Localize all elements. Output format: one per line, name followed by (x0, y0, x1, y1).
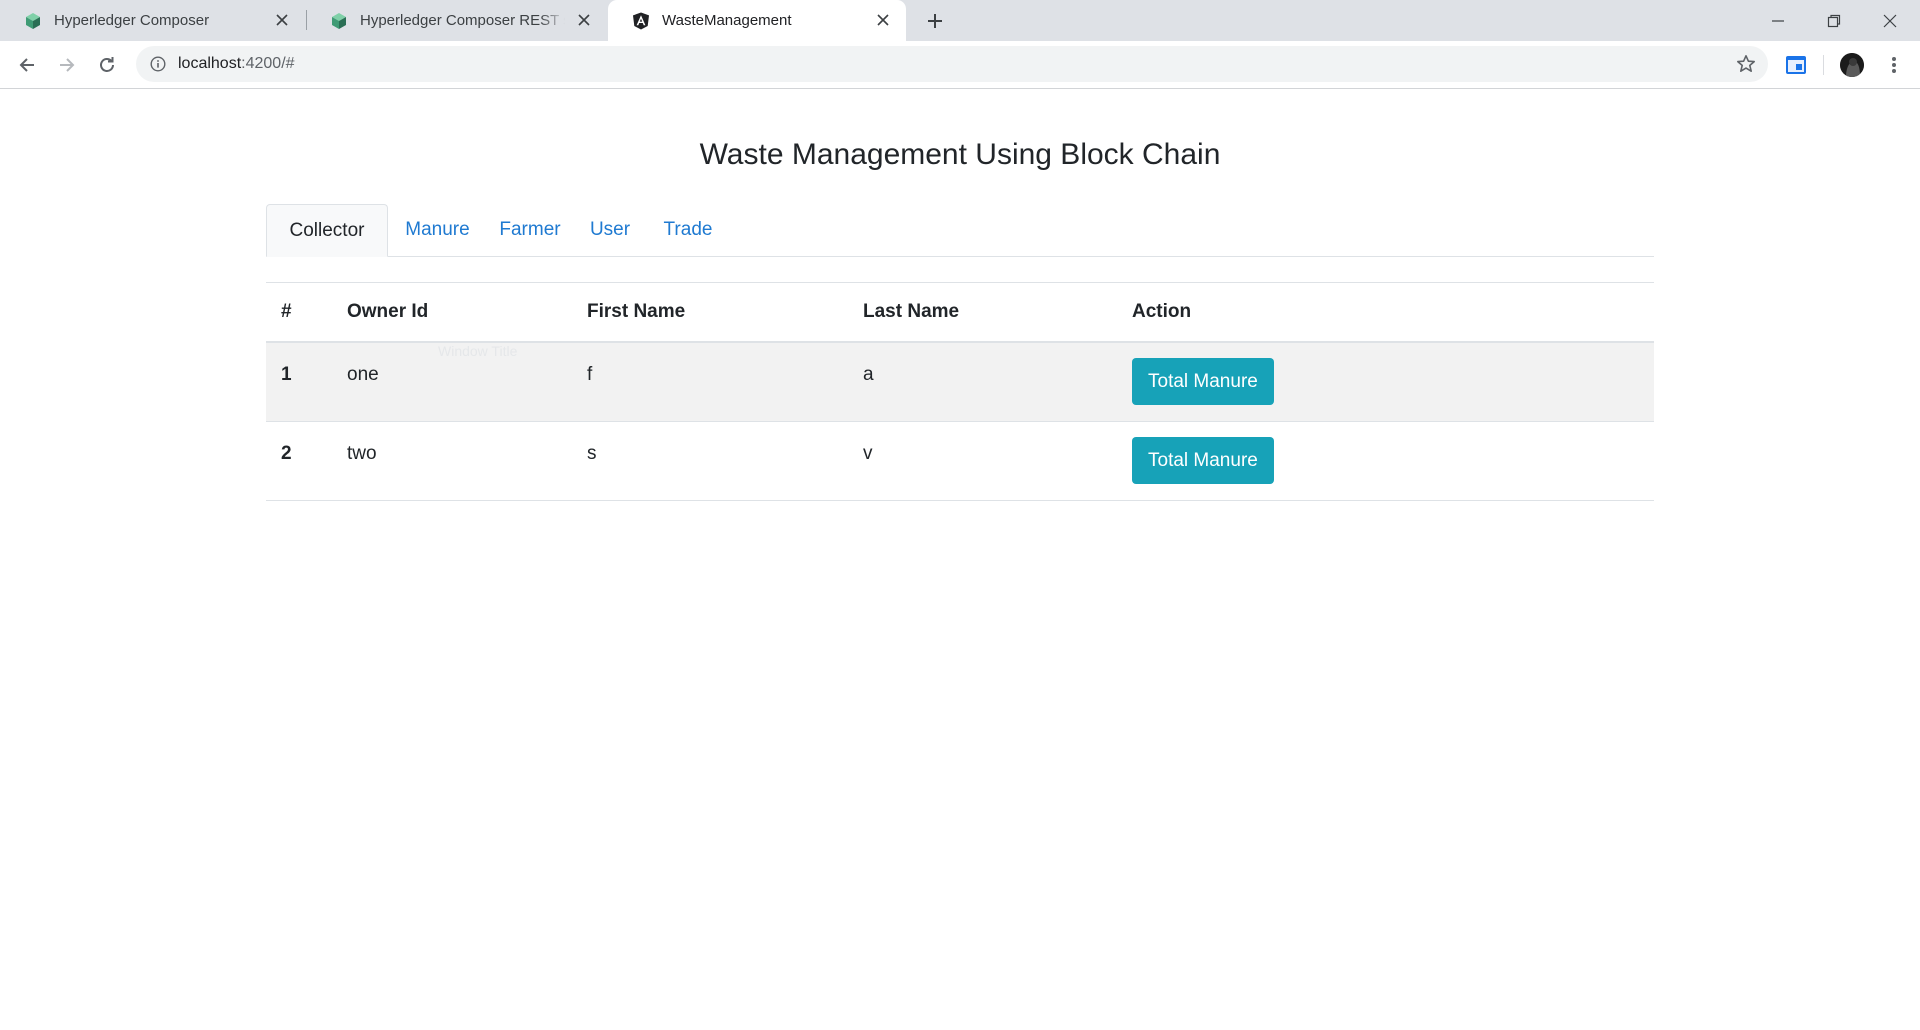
column-header-owner-id: Owner Id (332, 282, 572, 343)
info-icon[interactable] (150, 56, 166, 72)
tab-farmer[interactable]: Farmer (487, 204, 573, 256)
browser-toolbar: localhost:4200/# (0, 41, 1920, 89)
close-icon[interactable] (876, 13, 890, 27)
last-name-text: v (863, 442, 873, 464)
column-header-first-name: First Name (572, 282, 848, 343)
owner-id-text: two (347, 442, 377, 464)
owner-id-cell: two (332, 421, 572, 501)
close-icon (1883, 14, 1897, 27)
browser-tab-strip: Hyperledger Composer Hyperledger Compose… (0, 0, 1920, 41)
first-name-cell: s (572, 421, 848, 501)
tab-title: WasteManagement (662, 12, 792, 29)
browser-tab-rest-server[interactable]: Hyperledger Composer REST server (306, 0, 607, 41)
action-cell: Total Manure (1117, 341, 1654, 422)
column-header-last-name: Last Name (848, 282, 1117, 343)
row-number: 1 (266, 341, 332, 422)
minimize-icon (1772, 19, 1784, 22)
action-cell: Total Manure (1117, 421, 1654, 501)
close-icon[interactable] (577, 13, 591, 27)
url-host: localhost (178, 55, 242, 72)
tab-user[interactable]: User (573, 204, 647, 256)
url-text: localhost:4200/# (178, 55, 295, 73)
tab-title: Hyperledger Composer (54, 12, 210, 29)
restore-icon (1827, 14, 1841, 27)
owner-id-text: one (347, 363, 379, 385)
first-name-text: s (587, 442, 597, 464)
page-title: Waste Management Using Block Chain (699, 138, 1221, 172)
cube-icon (26, 13, 40, 29)
row-number-text: 1 (281, 363, 292, 385)
table-header-row: # Owner Id First Name Last Name Action (266, 282, 1654, 343)
total-manure-button[interactable]: Total Manure (1132, 358, 1274, 405)
first-name-text: f (587, 363, 593, 385)
arrow-right-icon (60, 58, 75, 72)
profile-avatar[interactable] (1840, 53, 1864, 77)
first-name-cell: f (572, 341, 848, 422)
reload-icon (100, 57, 114, 72)
last-name-text: a (863, 363, 874, 385)
tab-collector[interactable]: Collector (266, 204, 388, 257)
arrow-left-icon (19, 58, 34, 72)
browser-tab-wastemanagement[interactable]: WasteManagement (608, 0, 906, 41)
row-number: 2 (266, 421, 332, 501)
reload-button[interactable] (95, 53, 119, 77)
last-name-cell: a (848, 341, 1117, 422)
back-button[interactable] (15, 53, 39, 77)
tab-manure[interactable]: Manure (388, 204, 487, 256)
cube-icon (332, 13, 346, 29)
avatar-image (1840, 53, 1864, 77)
minimize-button[interactable] (1750, 0, 1806, 41)
browser-tab-hyperledger-composer[interactable]: Hyperledger Composer (0, 0, 305, 41)
last-name-cell: v (848, 421, 1117, 501)
column-header-number: # (266, 282, 332, 343)
row-number-text: 2 (281, 442, 292, 464)
bookmark-star-icon[interactable] (1736, 54, 1756, 74)
collector-table: # Owner Id First Name Last Name Action 1… (266, 282, 1654, 501)
address-bar[interactable]: localhost:4200/# (136, 46, 1768, 82)
close-icon[interactable] (275, 13, 289, 27)
column-header-action: Action (1117, 282, 1654, 343)
total-manure-button[interactable]: Total Manure (1132, 437, 1274, 484)
toolbar-divider (1823, 55, 1824, 75)
new-tab-icon[interactable] (925, 11, 945, 31)
url-path: :4200/# (241, 55, 295, 72)
section-tabs: Collector Manure Farmer User Trade (266, 204, 1654, 257)
more-vert-icon[interactable] (1886, 53, 1902, 77)
extension-icon[interactable] (1785, 55, 1807, 75)
table-row: 2 two s v Total Manure (266, 421, 1654, 501)
tab-trade[interactable]: Trade (647, 204, 729, 256)
ghost-drag-label: Window Title (438, 343, 518, 359)
tab-title: Hyperledger Composer REST server (360, 12, 565, 29)
close-window-button[interactable] (1862, 0, 1918, 41)
angular-icon (633, 12, 649, 30)
forward-button[interactable] (55, 53, 79, 77)
restore-button[interactable] (1806, 0, 1862, 41)
